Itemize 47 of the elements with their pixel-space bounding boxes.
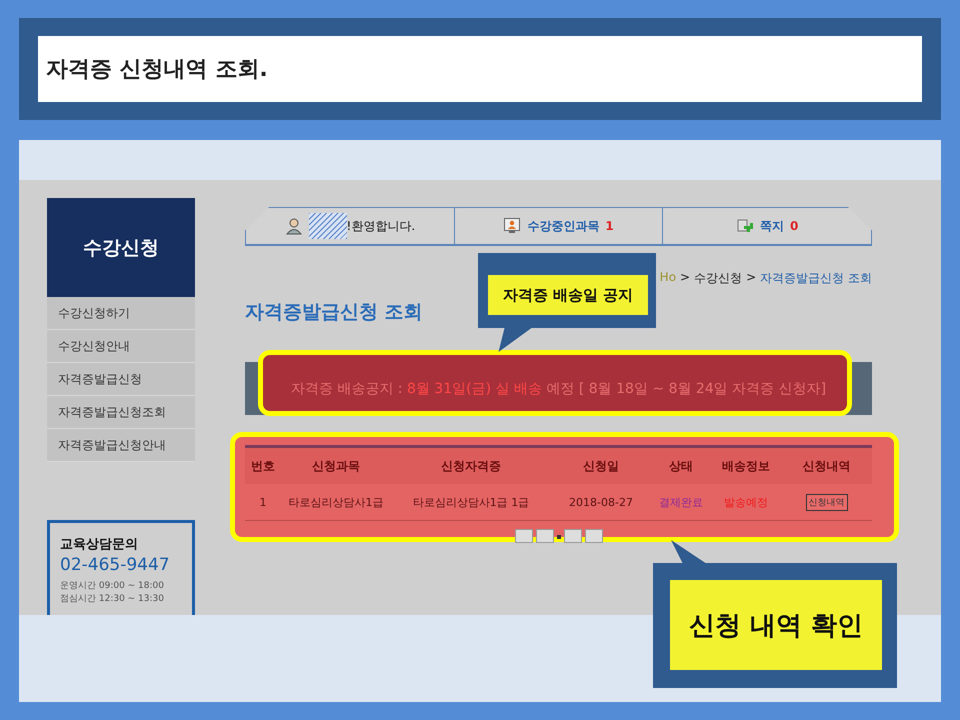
callout-label: 신청 내역 확인 (670, 580, 882, 670)
slide-title: 자격증 신청내역 조회. (46, 56, 268, 84)
nav-tab[interactable]: 쪽지 0 (663, 208, 872, 244)
column-header: 신청자격증 (440, 458, 502, 474)
status-text: 결제완료 (659, 496, 703, 508)
phone-number: 02-465-9447 (60, 555, 171, 575)
column-header: 신청과목 (311, 458, 361, 474)
sidebar-title: 수강신청 (83, 236, 159, 260)
sidebar-item[interactable]: 수강신청안내 (47, 330, 195, 363)
sidebar-item[interactable]: 자격증발급신청안내 (47, 429, 195, 462)
column-header: 번호 (250, 458, 276, 474)
nav-label: !환영합니다. (346, 218, 416, 234)
nav-tab[interactable]: 수강중인과목 1 (454, 208, 664, 244)
column-header: 신청내역 (802, 458, 852, 474)
breadcrumb-separator: > (680, 270, 690, 286)
nav-tab[interactable]: !환영합니다. (246, 208, 455, 244)
hours-text: 점심시간 12:30 ~ 13:30 (60, 593, 165, 605)
table-cell: 타로심리상담사1급 (288, 496, 384, 508)
column-header: 배송정보 (721, 458, 771, 474)
shipping-status: 발송예정 (724, 496, 768, 508)
contact-title: 교육상담문의 (60, 536, 139, 553)
breadcrumb-item[interactable]: 수강신청 (694, 270, 742, 287)
hours-text: 운영시간 09:00 ~ 18:00 (60, 580, 165, 592)
redacted-name (308, 213, 347, 239)
table-cell: 2018-08-27 (569, 496, 633, 508)
page-button-icon[interactable] (514, 529, 532, 543)
details-button[interactable]: 신청내역 (806, 494, 848, 510)
nav-label: 수강중인과목 (527, 218, 600, 234)
column-header: 신청일 (582, 458, 620, 474)
note-plus-icon (736, 217, 754, 235)
page-title: 자격증발급신청 조회 (245, 300, 424, 325)
breadcrumb-item[interactable]: 자격증발급신청 조회 (760, 270, 872, 287)
breadcrumb-separator: > (746, 270, 756, 286)
count-label: 0 (790, 219, 798, 233)
column-header: 상태 (668, 458, 694, 474)
count-label: 1 (605, 219, 614, 233)
nav-label: 쪽지 (760, 218, 784, 234)
table-cell: 1 (260, 496, 266, 508)
page-button-icon[interactable] (584, 529, 602, 543)
user-icon (284, 217, 303, 235)
notice-text: 자격증 배송공지 : 8월 31일(금) 실 배송 예정 [ 8월 18일 ~ 8월 24일 자격증 신청자] (290, 380, 826, 398)
monitor-icon (503, 217, 522, 235)
sidebar-item[interactable]: 자격증발급신청조회 (47, 396, 195, 429)
callout-label: 자격증 배송일 공지 (488, 275, 648, 315)
table-cell: 타로심리상담사1급 1급 (412, 496, 530, 508)
sidebar-item[interactable]: 수강신청하기 (47, 297, 195, 330)
sidebar-item[interactable]: 자격증발급신청 (47, 363, 195, 396)
